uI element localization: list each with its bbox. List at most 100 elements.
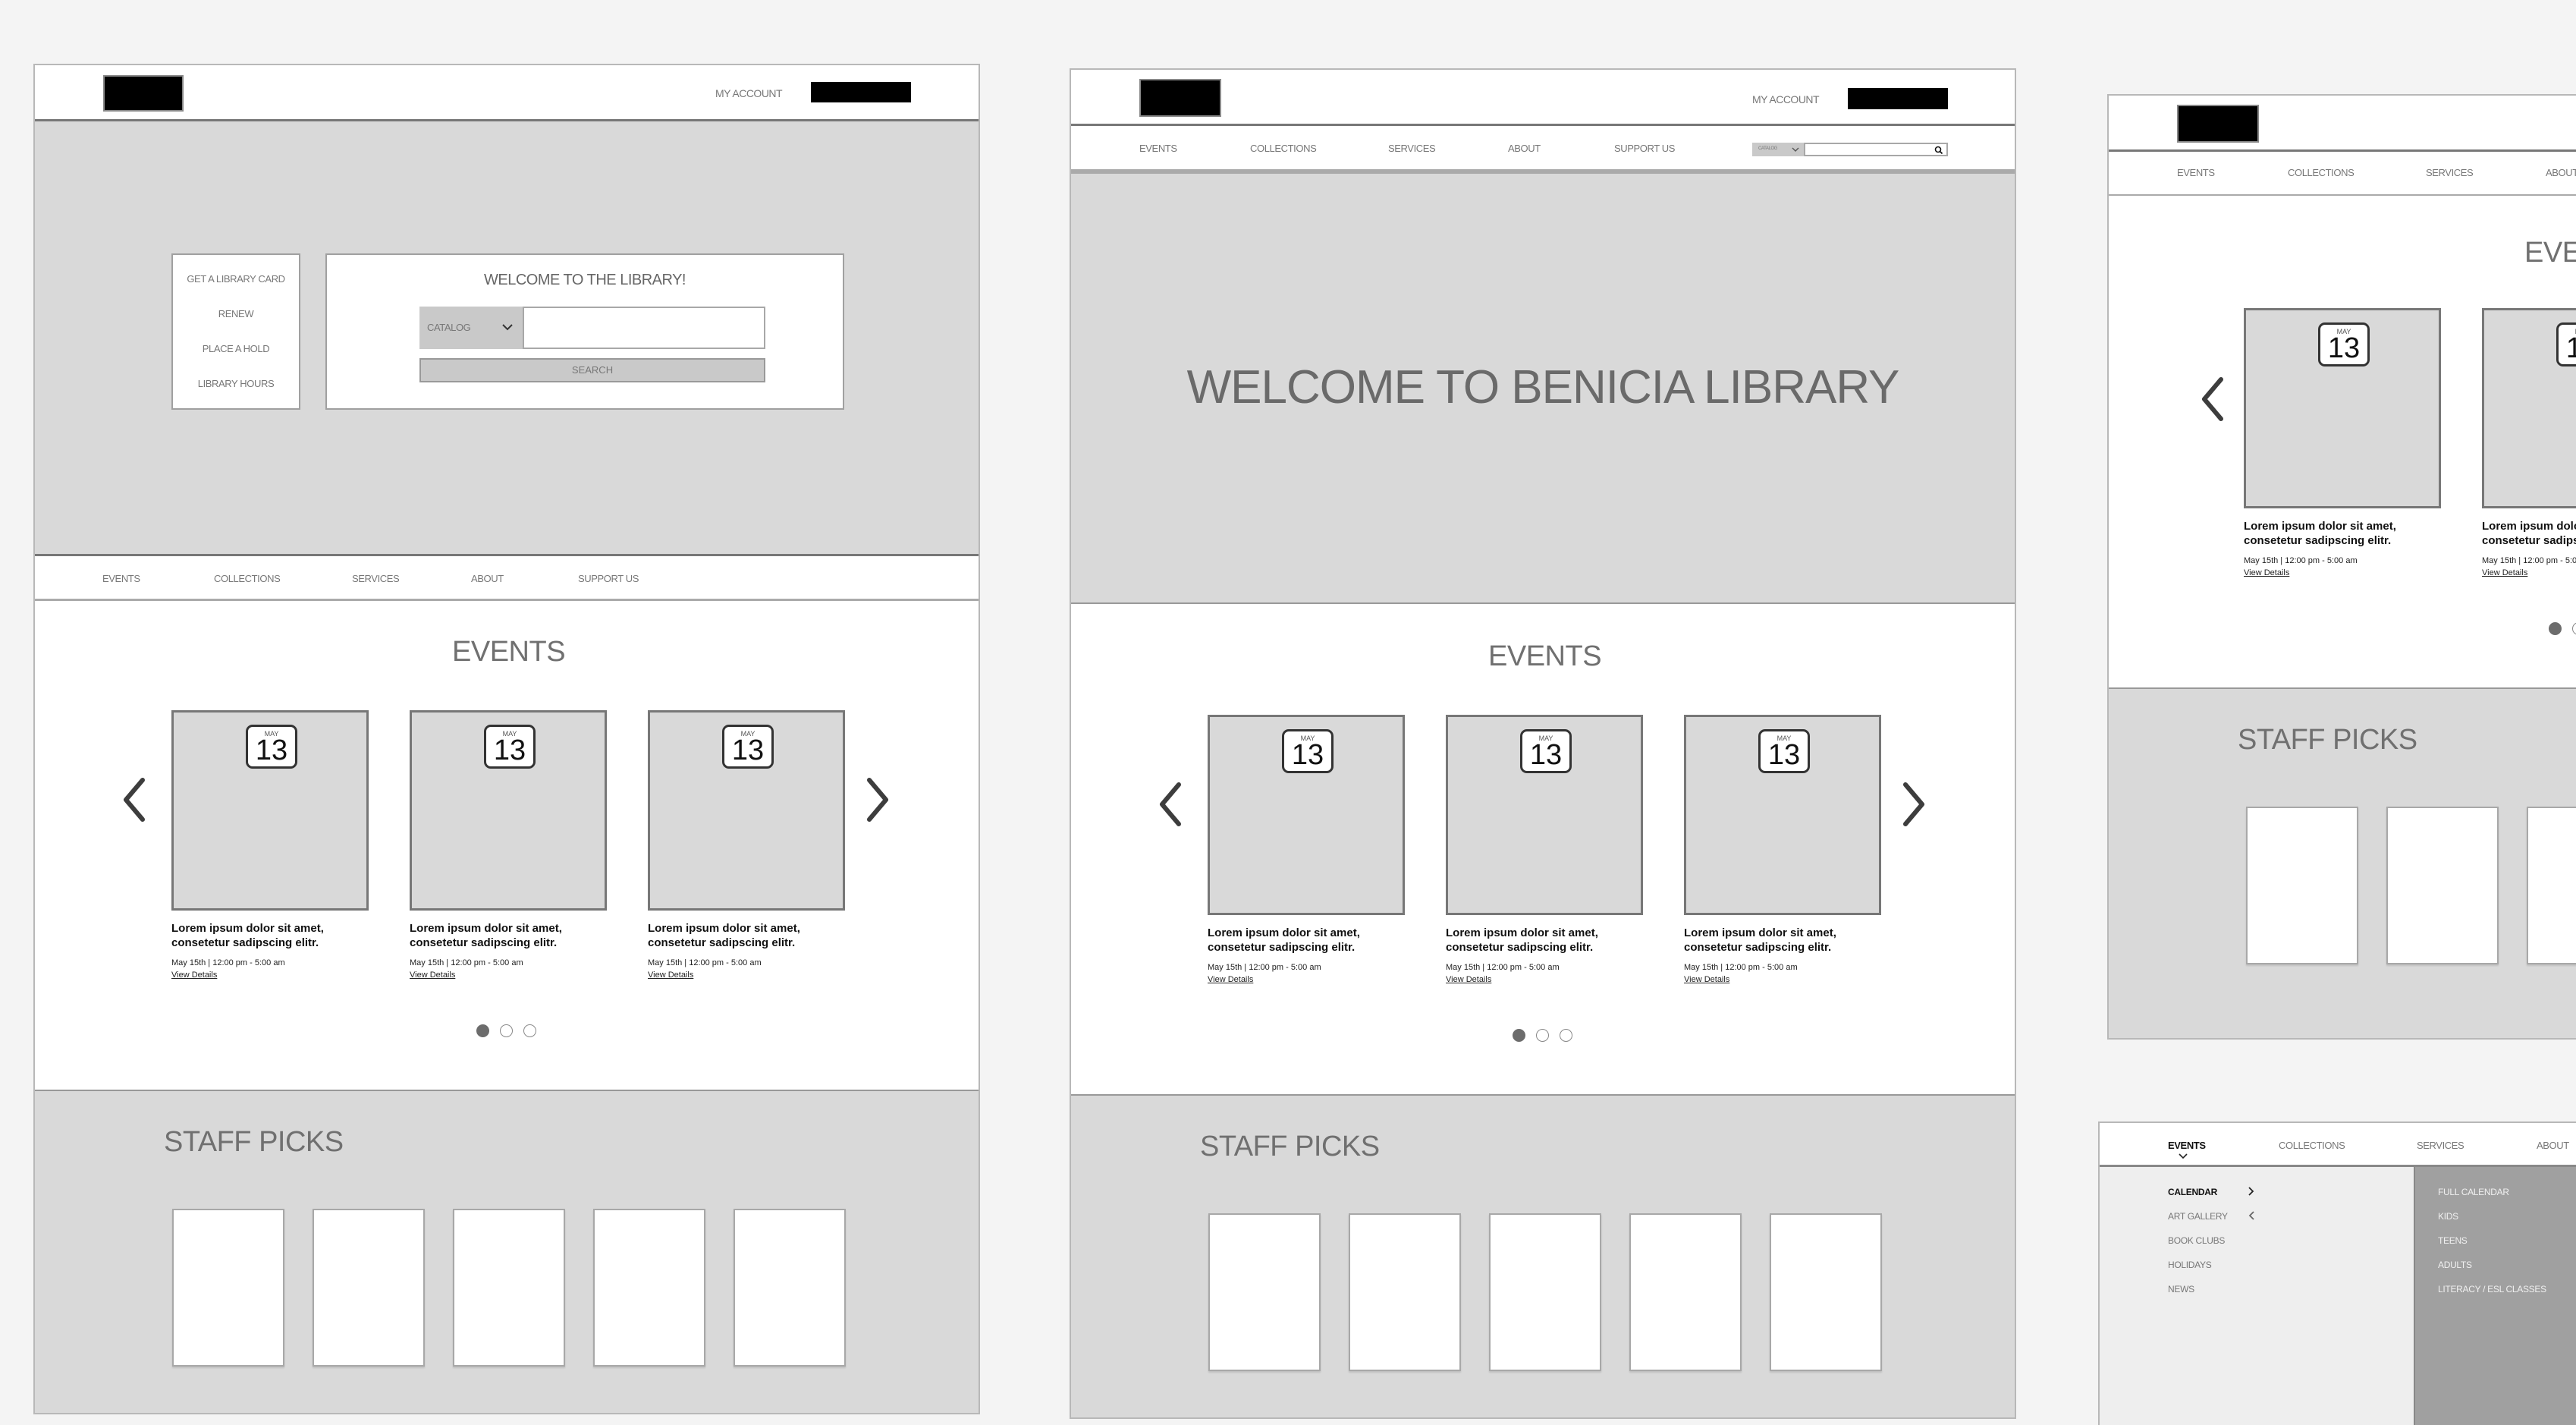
quick-link-library-hours[interactable]: LIBRARY HOURS — [173, 378, 299, 389]
search-button[interactable]: SEARCH — [419, 358, 765, 382]
search-scope-label: CATALOG — [1758, 146, 1777, 151]
event-title: Lorem ipsum dolor sit amet,consetetur sa… — [2244, 520, 2396, 547]
event-card[interactable]: MAY13 Lorem ipsum dolor sit amet,consete… — [1208, 715, 1405, 986]
nav-events-active[interactable]: EVENTS — [2168, 1140, 2206, 1151]
event-card[interactable]: MAY13 Lorem ipsum dolor sit amet,consete… — [1684, 715, 1881, 986]
event-card[interactable]: MAY13 Lorem ipsum dolor sit amet,consete… — [1446, 715, 1643, 986]
site-logo[interactable] — [1139, 79, 1221, 117]
search-scope-select[interactable]: CATALOG — [419, 307, 523, 349]
quick-link-library-card[interactable]: GET A LIBRARY CARD — [173, 273, 299, 285]
nav-collections[interactable]: COLLECTIONS — [2279, 1140, 2345, 1151]
nav-services[interactable]: SERVICES — [2417, 1140, 2464, 1151]
submenu-kids[interactable]: KIDS — [2438, 1211, 2458, 1222]
staff-pick-item[interactable] — [1349, 1213, 1461, 1371]
nav-collections[interactable]: COLLECTIONS — [1250, 143, 1317, 154]
event-card[interactable]: MAY13 Lorem ipsum dolor sit amet,consete… — [171, 710, 369, 981]
menu-item-art-gallery[interactable]: ART GALLERY — [2168, 1211, 2228, 1222]
site-logo[interactable] — [2177, 105, 2259, 143]
staff-pick-item[interactable] — [2386, 807, 2499, 964]
my-account-link[interactable]: MY ACCOUNT — [715, 87, 783, 99]
view-details-link[interactable]: View Details — [410, 970, 455, 980]
event-card[interactable]: MAY13 Lorem ipsum dolor sit amet,consete… — [410, 710, 607, 981]
nav-events[interactable]: EVENTS — [2177, 167, 2215, 178]
site-logo[interactable] — [103, 75, 184, 112]
chevron-right-icon[interactable] — [862, 775, 892, 824]
nav-about[interactable]: ABOUT — [2546, 167, 2576, 178]
staff-pick-item[interactable] — [1489, 1213, 1601, 1371]
event-image: MAY13 — [1684, 715, 1881, 915]
staff-pick-item[interactable] — [1208, 1213, 1321, 1371]
event-image: MAY13 — [171, 710, 369, 911]
chevron-left-icon[interactable] — [2198, 375, 2229, 423]
page-dot-2[interactable] — [500, 1024, 513, 1037]
nav-support-us[interactable]: SUPPORT US — [578, 573, 639, 584]
search-icon[interactable] — [1934, 146, 1943, 155]
page-dot-3[interactable] — [523, 1024, 536, 1037]
view-details-link[interactable]: View Details — [648, 970, 693, 980]
staff-pick-item[interactable] — [172, 1209, 284, 1367]
quick-link-place-hold[interactable]: PLACE A HOLD — [173, 343, 299, 354]
nav-about[interactable]: ABOUT — [1508, 143, 1541, 154]
nav-services[interactable]: SERVICES — [2426, 167, 2474, 178]
chevron-left-icon[interactable] — [1156, 780, 1186, 829]
event-card[interactable]: MAY13 Lorem ipsum dolor sit amet,consete… — [648, 710, 845, 981]
page-dot-1[interactable] — [2549, 622, 2562, 635]
event-image: MAY13 — [1208, 715, 1405, 915]
staff-pick-item[interactable] — [734, 1209, 846, 1367]
nav-about[interactable]: ABOUT — [2537, 1140, 2569, 1151]
nav-about[interactable]: ABOUT — [471, 573, 504, 584]
welcome-search-panel: WELCOME TO THE LIBRARY! CATALOG SEARCH — [325, 253, 844, 410]
menu-item-book-clubs[interactable]: BOOK CLUBS — [2168, 1235, 2225, 1246]
nav-services[interactable]: SERVICES — [1388, 143, 1436, 154]
search-input[interactable] — [1804, 143, 1948, 156]
menu-item-calendar[interactable]: CALENDAR — [2168, 1187, 2217, 1197]
view-details-link[interactable]: View Details — [1446, 975, 1491, 984]
main-nav: EVENTS COLLECTIONS SERVICES ABOUT SUPPOR… — [1071, 126, 2015, 171]
my-account-link[interactable]: MY ACCOUNT — [1752, 93, 1820, 105]
account-button[interactable] — [1848, 88, 1948, 109]
page-dot-1[interactable] — [476, 1024, 489, 1037]
nav-support-us[interactable]: SUPPORT US — [1614, 143, 1675, 154]
page-dot-2[interactable] — [2572, 622, 2576, 635]
search-input[interactable] — [523, 307, 765, 349]
nav-collections[interactable]: COLLECTIONS — [2288, 167, 2355, 178]
staff-pick-item[interactable] — [453, 1209, 565, 1367]
staff-pick-item[interactable] — [2246, 807, 2358, 964]
view-details-link[interactable]: View Details — [2244, 568, 2289, 577]
staff-pick-item[interactable] — [1770, 1213, 1882, 1371]
staff-pick-item[interactable] — [2527, 807, 2576, 964]
chevron-right-icon[interactable] — [1898, 780, 1928, 829]
submenu-full-calendar[interactable]: FULL CALENDAR — [2438, 1187, 2509, 1197]
carousel-pagination — [2549, 622, 2576, 635]
view-details-link[interactable]: View Details — [1684, 975, 1729, 984]
nav-events[interactable]: EVENTS — [1139, 143, 1177, 154]
event-image: MAY13 — [1446, 715, 1643, 915]
wireframe-variant-c: EVENTS COLLECTIONS SERVICES ABOUT EVENTS… — [2107, 94, 2576, 1040]
account-button[interactable] — [811, 82, 911, 102]
nav-services[interactable]: SERVICES — [352, 573, 400, 584]
nav-events[interactable]: EVENTS — [102, 573, 140, 584]
event-card[interactable]: MAY13 Lorem ipsum dolor sit amet,consete… — [2482, 308, 2576, 579]
event-title: Lorem ipsum dolor sit amet,consetetur sa… — [648, 922, 800, 949]
chevron-down-icon — [2179, 1153, 2188, 1159]
page-dot-1[interactable] — [1513, 1029, 1525, 1042]
menu-item-holidays[interactable]: HOLIDAYS — [2168, 1260, 2212, 1270]
chevron-left-icon[interactable] — [120, 775, 150, 824]
submenu-adults[interactable]: ADULTS — [2438, 1260, 2472, 1270]
page-dot-2[interactable] — [1536, 1029, 1549, 1042]
menu-item-news[interactable]: NEWS — [2168, 1284, 2194, 1294]
quick-link-renew[interactable]: RENEW — [173, 308, 299, 319]
view-details-link[interactable]: View Details — [2482, 568, 2527, 577]
carousel-pagination — [476, 1024, 536, 1037]
submenu-teens[interactable]: TEENS — [2438, 1235, 2468, 1246]
page-dot-3[interactable] — [1560, 1029, 1572, 1042]
nav-collections[interactable]: COLLECTIONS — [214, 573, 281, 584]
search-scope-select[interactable]: CATALOG — [1752, 143, 1804, 156]
staff-pick-item[interactable] — [1629, 1213, 1742, 1371]
event-card[interactable]: MAY13 Lorem ipsum dolor sit amet,consete… — [2244, 308, 2441, 579]
staff-pick-item[interactable] — [593, 1209, 705, 1367]
staff-pick-item[interactable] — [313, 1209, 425, 1367]
submenu-literacy-esl[interactable]: LITERACY / ESL CLASSES — [2438, 1284, 2546, 1294]
view-details-link[interactable]: View Details — [171, 970, 217, 980]
view-details-link[interactable]: View Details — [1208, 975, 1253, 984]
